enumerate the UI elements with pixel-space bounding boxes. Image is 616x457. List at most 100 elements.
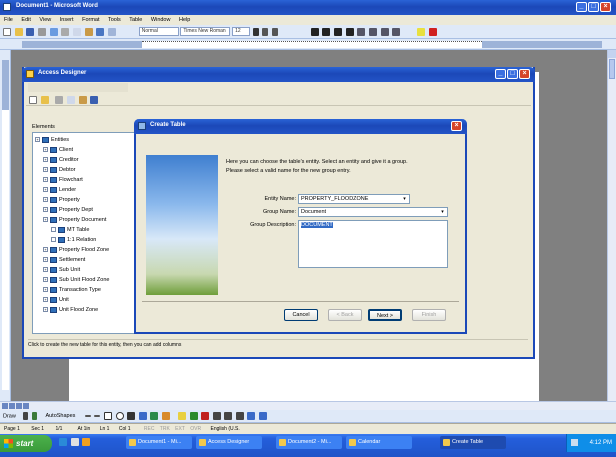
tree-expand-icon[interactable]: +: [43, 187, 48, 193]
line-style-icon[interactable]: [212, 412, 221, 420]
tree-expand-icon[interactable]: +: [43, 247, 48, 253]
group-name-select[interactable]: Document ▾: [298, 207, 448, 217]
web-view-icon[interactable]: [9, 403, 15, 409]
menu-window[interactable]: Window: [151, 17, 171, 23]
shadow-icon[interactable]: [247, 412, 256, 420]
bullets-icon[interactable]: [369, 27, 378, 36]
print-icon[interactable]: [38, 27, 47, 36]
spelling-icon[interactable]: [49, 27, 58, 36]
undo-icon[interactable]: [96, 27, 105, 36]
autoshapes-menu[interactable]: AutoShapes: [45, 413, 75, 419]
3d-icon[interactable]: [258, 412, 267, 420]
line-icon[interactable]: [84, 415, 91, 417]
cut-icon[interactable]: [61, 27, 70, 36]
indent-icon[interactable]: [380, 27, 389, 36]
close-icon[interactable]: ×: [600, 2, 611, 12]
save-icon[interactable]: [26, 27, 35, 36]
arrow-icon[interactable]: [94, 415, 101, 417]
dash-style-icon[interactable]: [224, 412, 233, 420]
tree-item[interactable]: + Sub Unit Flood Zone: [35, 275, 139, 285]
vertical-scrollbar[interactable]: [607, 50, 616, 401]
tree-expand-icon[interactable]: +: [43, 167, 48, 173]
tree-item[interactable]: + Property Document: [35, 215, 139, 225]
status-rec[interactable]: REC: [144, 426, 155, 432]
designer-open-icon[interactable]: [40, 96, 49, 104]
underline-icon[interactable]: [272, 27, 279, 36]
clipart-icon[interactable]: [161, 412, 170, 420]
finish-button[interactable]: Finish: [412, 309, 446, 321]
tree-expand-icon[interactable]: +: [43, 157, 48, 163]
font-color-draw-icon[interactable]: [201, 412, 210, 420]
word-title-bar[interactable]: Document1 - Microsoft Word _ □ ×: [0, 0, 616, 15]
tree-item[interactable]: + Settlement: [35, 255, 139, 265]
textbox-icon[interactable]: [127, 412, 136, 420]
taskbar-button[interactable]: Calendar: [346, 436, 412, 449]
next-button[interactable]: Next >: [368, 309, 402, 321]
justify-icon[interactable]: [345, 27, 354, 36]
menu-view[interactable]: View: [39, 17, 51, 23]
rectangle-icon[interactable]: [104, 412, 112, 420]
line-color-icon[interactable]: [189, 412, 198, 420]
new-icon[interactable]: [3, 27, 11, 36]
status-ovr[interactable]: OVR: [190, 426, 201, 432]
tree-expand-icon[interactable]: +: [43, 257, 48, 263]
fill-color-icon[interactable]: [178, 412, 187, 420]
tree-view[interactable]: + Entities + Client + Creditor + Debtor + Flowcha…: [32, 132, 142, 334]
ie-icon[interactable]: [59, 438, 67, 446]
tree-expand-icon[interactable]: +: [43, 297, 48, 303]
maximize-icon[interactable]: □: [588, 2, 599, 12]
back-button[interactable]: < Back: [328, 309, 362, 321]
align-left-icon[interactable]: [310, 27, 319, 36]
font-color-icon[interactable]: [428, 27, 437, 36]
designer-help-icon[interactable]: [90, 96, 99, 104]
bold-icon[interactable]: [252, 27, 259, 36]
wordart-icon[interactable]: [138, 412, 147, 420]
designer-title-bar[interactable]: Access Designer _ □ ×: [22, 67, 535, 82]
dialog-close-icon[interactable]: ×: [451, 121, 462, 131]
tree-expand-icon[interactable]: +: [43, 287, 48, 293]
designer-paste-icon[interactable]: [78, 96, 87, 104]
scroll-thumb[interactable]: [609, 59, 615, 79]
tree-expand-icon[interactable]: +: [43, 307, 48, 313]
tree-item[interactable]: + Property Dept: [35, 205, 139, 215]
print-view-icon[interactable]: [16, 403, 22, 409]
italic-icon[interactable]: [262, 27, 269, 36]
tree-item[interactable]: + Property: [35, 195, 139, 205]
tree-expand-icon[interactable]: +: [43, 217, 48, 223]
tree-item[interactable]: + Transaction Type: [35, 285, 139, 295]
entity-name-select[interactable]: PROPERTY_FLOODZONE ▾: [298, 194, 410, 204]
tree-item[interactable]: + Debtor: [35, 165, 139, 175]
menu-tools[interactable]: Tools: [108, 17, 121, 23]
start-button[interactable]: start: [0, 435, 52, 452]
status-ext[interactable]: EXT: [175, 426, 185, 432]
tree-item[interactable]: + Entities: [35, 135, 139, 145]
copy-icon[interactable]: [73, 27, 82, 36]
tray-network-icon[interactable]: [571, 439, 578, 446]
designer-new-icon[interactable]: [29, 96, 37, 104]
tree-expand-icon[interactable]: +: [35, 137, 40, 143]
align-center-icon[interactable]: [322, 27, 331, 36]
menu-edit[interactable]: Edit: [21, 17, 30, 23]
designer-minimize-icon[interactable]: _: [495, 69, 506, 79]
tree-expand-icon[interactable]: +: [43, 267, 48, 273]
tree-expand-icon[interactable]: +: [43, 207, 48, 213]
designer-close-icon[interactable]: ×: [519, 69, 530, 79]
entity-dropdown-icon[interactable]: ▾: [401, 196, 408, 202]
tree-item[interactable]: + Property Flood Zone: [35, 245, 139, 255]
highlight-icon[interactable]: [417, 27, 426, 36]
group-dropdown-icon[interactable]: ▾: [439, 209, 446, 215]
tree-item[interactable]: 1:1 Relation: [35, 235, 139, 245]
tree-expand-icon[interactable]: [51, 237, 56, 243]
media-icon[interactable]: [82, 438, 91, 446]
designer-maximize-icon[interactable]: □: [507, 69, 518, 79]
redo-icon[interactable]: [108, 27, 117, 36]
normal-view-icon[interactable]: [2, 403, 8, 409]
tree-expand-icon[interactable]: +: [43, 177, 48, 183]
numbering-icon[interactable]: [357, 27, 366, 36]
tree-item[interactable]: + Unit Flood Zone: [35, 305, 139, 315]
tree-item[interactable]: MT Table: [35, 225, 139, 235]
tree-item[interactable]: + Sub Unit: [35, 265, 139, 275]
cancel-button[interactable]: Cancel: [284, 309, 318, 321]
taskbar-button[interactable]: Create Table: [440, 436, 506, 449]
diagram-icon[interactable]: [150, 412, 159, 420]
